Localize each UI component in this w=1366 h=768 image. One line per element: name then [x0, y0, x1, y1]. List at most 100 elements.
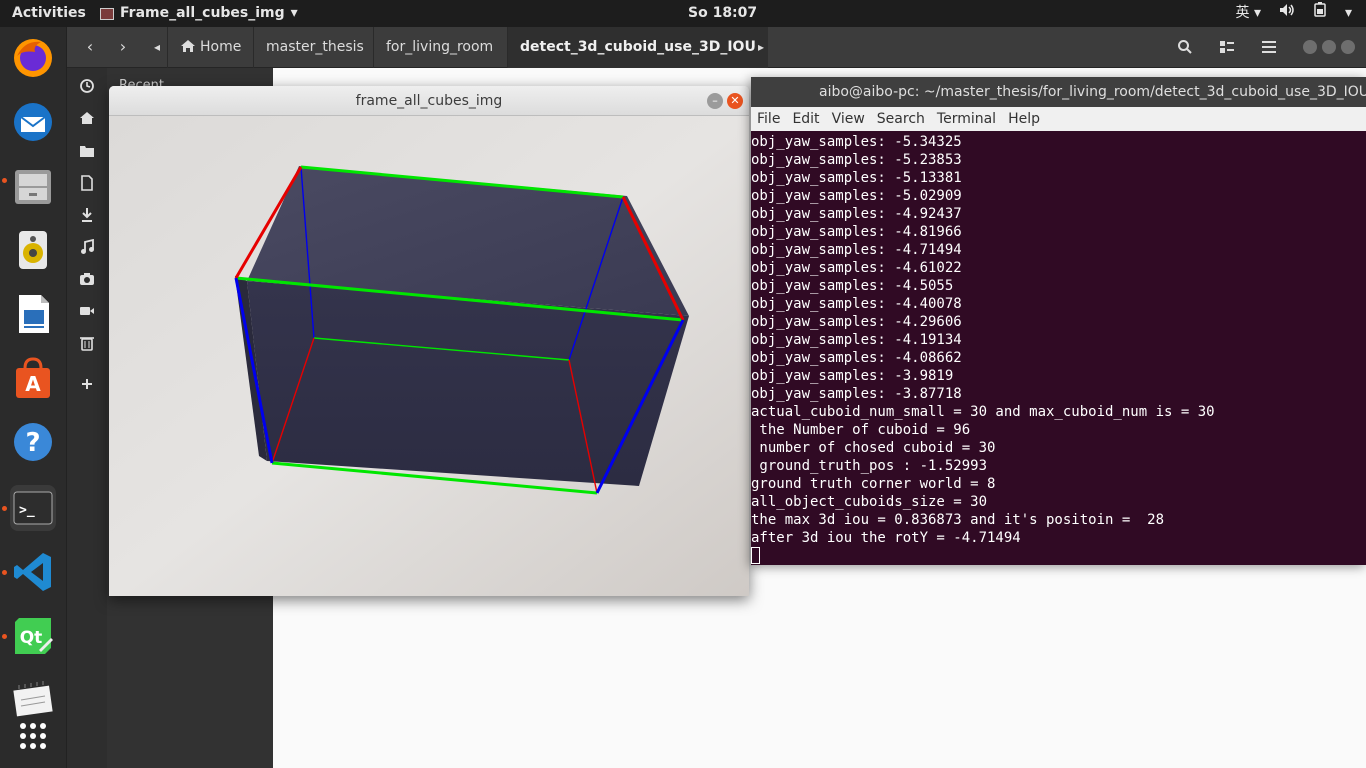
- power-menu-arrow[interactable]: ▾: [1345, 0, 1352, 27]
- dock: A ? >_ Qt: [0, 27, 67, 768]
- svg-text:A: A: [25, 372, 41, 396]
- path-scroll-left-button[interactable]: ◂: [147, 33, 167, 61]
- trash-icon[interactable]: [79, 335, 95, 351]
- terminal-menu-view[interactable]: View: [832, 111, 865, 127]
- terminal-line: after 3d iou the rotY = -4.71494: [751, 530, 1021, 546]
- forward-button[interactable]: ›: [109, 33, 137, 61]
- terminal-line: obj_yaw_samples: -5.34325: [751, 134, 962, 150]
- back-button[interactable]: ‹: [76, 33, 104, 61]
- terminal-line: obj_yaw_samples: -4.92437: [751, 206, 962, 222]
- terminal-menu-file[interactable]: File: [757, 111, 780, 127]
- files-icon[interactable]: [10, 163, 56, 209]
- battery-icon[interactable]: [1313, 0, 1327, 27]
- terminal-line: the max 3d iou = 0.836873 and it's posit…: [751, 512, 1165, 528]
- sidebar-icon-column: [67, 68, 107, 768]
- home-icon[interactable]: [79, 110, 95, 126]
- activities-button[interactable]: Activities: [12, 0, 86, 27]
- chevron-down-icon: ▾: [290, 5, 298, 21]
- system-tray: 英 ▾ ▾: [1235, 0, 1352, 27]
- terminal-line: obj_yaw_samples: -3.9819: [751, 368, 954, 384]
- path-crumb-master-thesis[interactable]: master_thesis: [253, 27, 376, 68]
- terminal-line: obj_yaw_samples: -3.87718: [751, 386, 962, 402]
- terminal-line: obj_yaw_samples: -4.5055: [751, 278, 954, 294]
- view-toggle-icon[interactable]: [1213, 33, 1241, 61]
- terminal-line: obj_yaw_samples: -4.61022: [751, 260, 962, 276]
- vscode-icon[interactable]: [10, 549, 56, 595]
- running-indicator: [2, 570, 7, 575]
- terminal-menu-search[interactable]: Search: [877, 111, 925, 127]
- image-window-title: frame_all_cubes_img: [355, 93, 503, 109]
- thunderbird-icon[interactable]: [10, 99, 56, 145]
- terminal-line: actual_cuboid_num_small = 30 and max_cub…: [751, 404, 1215, 420]
- terminal-line: obj_yaw_samples: -5.23853: [751, 152, 962, 168]
- terminal-line: ground_truth_pos : -1.52993: [751, 458, 988, 474]
- terminal-line: obj_yaw_samples: -4.71494: [751, 242, 962, 258]
- image-window-titlebar[interactable]: frame_all_cubes_img – ✕: [109, 86, 749, 116]
- terminal-line: the Number of cuboid = 96: [751, 422, 971, 438]
- terminal-line: obj_yaw_samples: -5.02909: [751, 188, 962, 204]
- path-scroll-right-button[interactable]: ▸: [751, 33, 771, 61]
- music-icon[interactable]: [79, 238, 95, 255]
- app-menu[interactable]: Frame_all_cubes_img ▾: [100, 0, 298, 27]
- minimize-button[interactable]: [1303, 40, 1317, 54]
- running-indicator: [2, 506, 7, 511]
- close-button[interactable]: ✕: [727, 93, 743, 109]
- box-front-face: [247, 281, 689, 486]
- qt-icon[interactable]: Qt: [10, 613, 56, 659]
- speaker-icon[interactable]: [10, 227, 56, 273]
- terminal-line: obj_yaw_samples: -4.19134: [751, 332, 962, 348]
- terminal-menu-terminal[interactable]: Terminal: [937, 111, 996, 127]
- terminal-cursor: [751, 547, 760, 564]
- software-icon[interactable]: A: [10, 355, 56, 401]
- svg-text:?: ?: [25, 428, 40, 458]
- terminal-line: number of chosed cuboid = 30: [751, 440, 996, 456]
- svg-text:Qt: Qt: [20, 628, 43, 648]
- video-icon[interactable]: [79, 303, 95, 319]
- app-menu-label: Frame_all_cubes_img: [120, 5, 285, 21]
- writer-icon[interactable]: [10, 291, 56, 337]
- terminal-line: obj_yaw_samples: -4.81966: [751, 224, 962, 240]
- document-icon[interactable]: [79, 175, 95, 191]
- plus-icon[interactable]: [79, 376, 95, 392]
- top-bar: Activities Frame_all_cubes_img ▾ So 18:0…: [0, 0, 1366, 27]
- terminal-icon[interactable]: >_: [10, 485, 56, 531]
- download-icon[interactable]: [79, 207, 95, 223]
- path-crumb-current[interactable]: detect_3d_cuboid_use_3D_IOU: [507, 27, 768, 68]
- camera-icon[interactable]: [79, 271, 95, 287]
- folder-icon[interactable]: [79, 143, 95, 159]
- home-icon: [180, 29, 196, 70]
- firefox-icon[interactable]: [10, 35, 56, 81]
- clock[interactable]: So 18:07: [688, 0, 757, 27]
- running-indicator: [2, 178, 7, 183]
- terminal-menu-help[interactable]: Help: [1008, 111, 1040, 127]
- image-window: frame_all_cubes_img – ✕: [109, 86, 749, 596]
- terminal-prompt-line[interactable]: [751, 547, 1366, 565]
- terminal-title[interactable]: aibo@aibo-pc: ~/master_thesis/for_living…: [751, 77, 1366, 107]
- file-manager-headerbar: ‹ › ◂ Home master_thesis for_living_room…: [67, 27, 1366, 68]
- search-icon[interactable]: [1171, 33, 1199, 61]
- grid-icon[interactable]: [10, 713, 56, 759]
- path-home-button[interactable]: Home: [167, 27, 253, 68]
- terminal-output[interactable]: obj_yaw_samples: -5.34325 obj_yaw_samples…: [751, 131, 1366, 565]
- terminal-line: obj_yaw_samples: -4.29606: [751, 314, 962, 330]
- terminal-menu-edit[interactable]: Edit: [792, 111, 819, 127]
- hamburger-menu-icon[interactable]: [1255, 33, 1283, 61]
- app-window-icon: [100, 7, 114, 20]
- clock-icon[interactable]: [79, 78, 95, 94]
- terminal-window: aibo@aibo-pc: ~/master_thesis/for_living…: [751, 77, 1366, 565]
- minimize-button[interactable]: –: [707, 93, 723, 109]
- help-icon[interactable]: ?: [10, 419, 56, 465]
- terminal-line: obj_yaw_samples: -4.08662: [751, 350, 962, 366]
- path-crumb-for-living-room[interactable]: for_living_room: [373, 27, 505, 68]
- input-method-indicator[interactable]: 英 ▾: [1235, 0, 1260, 27]
- volume-icon[interactable]: [1279, 0, 1295, 27]
- maximize-button[interactable]: [1322, 40, 1336, 54]
- svg-text:>_: >_: [19, 503, 35, 518]
- terminal-line: all_object_cuboids_size = 30: [751, 494, 988, 510]
- terminal-line: obj_yaw_samples: -5.13381: [751, 170, 962, 186]
- terminal-line: obj_yaw_samples: -4.40078: [751, 296, 962, 312]
- camera-frame-image: [109, 116, 749, 596]
- running-indicator: [2, 634, 7, 639]
- terminal-menubar: File Edit View Search Terminal Help: [751, 107, 1366, 131]
- close-button[interactable]: [1341, 40, 1355, 54]
